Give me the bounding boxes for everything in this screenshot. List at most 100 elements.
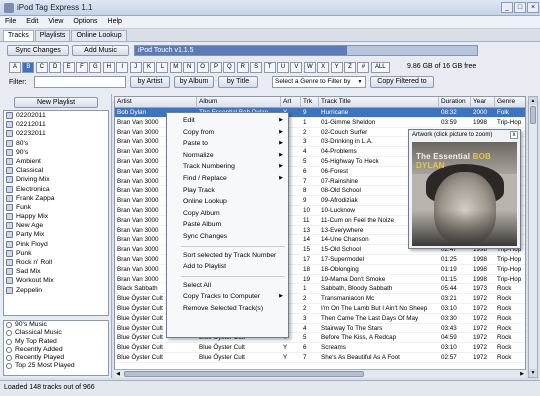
menu-help[interactable]: Help bbox=[103, 16, 127, 27]
scroll-thumb[interactable] bbox=[530, 106, 536, 124]
playlist-item[interactable]: New Age bbox=[4, 221, 108, 230]
letter-button-l[interactable]: L bbox=[156, 62, 169, 73]
letter-button-z[interactable]: Z bbox=[344, 62, 356, 73]
by-album-button[interactable]: by Album bbox=[174, 76, 214, 88]
column-header-album[interactable]: Album bbox=[197, 97, 281, 108]
letter-button-y[interactable]: Y bbox=[330, 62, 343, 73]
scroll-left-icon[interactable]: ◀ bbox=[114, 370, 122, 378]
letter-button-w[interactable]: W bbox=[303, 62, 316, 73]
h-scroll-thumb[interactable] bbox=[124, 371, 364, 377]
smart-playlist-item[interactable]: Recently Played bbox=[4, 354, 108, 362]
letter-button-x[interactable]: X bbox=[317, 62, 330, 73]
letter-button-t[interactable]: T bbox=[263, 62, 276, 73]
sync-changes-button[interactable]: Sync Changes bbox=[7, 45, 69, 56]
letter-button-v[interactable]: V bbox=[290, 62, 303, 73]
playlist-item[interactable]: Electronica bbox=[4, 185, 108, 194]
column-header-trk[interactable]: Trk bbox=[301, 97, 319, 108]
scroll-up-icon[interactable]: ▲ bbox=[529, 97, 537, 105]
menu-view[interactable]: View bbox=[43, 16, 68, 27]
playlist-item[interactable]: Workout Mix bbox=[4, 276, 108, 285]
letter-button-g[interactable]: G bbox=[89, 62, 102, 73]
copy-filtered-button[interactable]: Copy Filtered to bbox=[370, 76, 434, 88]
playlist-item[interactable]: Pink Floyd bbox=[4, 240, 108, 249]
close-button[interactable]: × bbox=[527, 2, 539, 13]
filter-input[interactable] bbox=[34, 76, 126, 88]
playlist-item[interactable]: Driving Mix bbox=[4, 175, 108, 184]
letter-button-k[interactable]: K bbox=[143, 62, 155, 73]
letter-button-all[interactable]: ALL bbox=[370, 62, 390, 73]
context-menu-item[interactable]: Copy from ▶ bbox=[167, 127, 288, 138]
context-menu-item[interactable]: Remove Selected Track(s) bbox=[167, 303, 288, 314]
letter-button-o[interactable]: O bbox=[196, 62, 209, 73]
add-music-button[interactable]: Add Music bbox=[72, 45, 129, 56]
by-artist-button[interactable]: by Artist bbox=[130, 76, 170, 88]
playlist-item[interactable]: Ambient bbox=[4, 157, 108, 166]
playlist-item[interactable]: 02202011 bbox=[4, 111, 108, 120]
letter-button-a[interactable]: A bbox=[9, 62, 21, 73]
letter-button-p[interactable]: P bbox=[210, 62, 222, 73]
by-title-button[interactable]: by Title bbox=[218, 76, 258, 88]
letter-button-d[interactable]: D bbox=[49, 62, 62, 73]
playlist-item[interactable]: Zeppelin bbox=[4, 286, 108, 295]
letter-button-j[interactable]: J bbox=[129, 62, 142, 73]
context-menu-item[interactable]: Sync Changes bbox=[167, 231, 288, 242]
letter-button-e[interactable]: E bbox=[62, 62, 75, 73]
context-menu-item[interactable]: Track Numbering ▶ bbox=[167, 161, 288, 172]
context-menu-item[interactable]: Find / Replace ▶ bbox=[167, 173, 288, 184]
context-menu-item[interactable]: Play Track bbox=[167, 185, 288, 196]
letter-button-s[interactable]: S bbox=[250, 62, 263, 73]
letter-button-f[interactable]: F bbox=[76, 62, 88, 73]
context-menu-item[interactable]: Copy Tracks to Computer ▶ bbox=[167, 291, 288, 302]
menu-options[interactable]: Options bbox=[68, 16, 102, 27]
scroll-right-icon[interactable]: ▶ bbox=[518, 370, 526, 378]
column-header-track-title[interactable]: Track Title bbox=[319, 97, 439, 108]
menu-file[interactable]: File bbox=[0, 16, 21, 27]
playlist-item[interactable]: 02232011 bbox=[4, 129, 108, 138]
playlist-item[interactable]: 90's bbox=[4, 148, 108, 157]
context-menu-item[interactable]: Sort selected by Track Number bbox=[167, 250, 288, 261]
letter-button-u[interactable]: U bbox=[277, 62, 289, 73]
letter-button-c[interactable]: C bbox=[35, 62, 48, 73]
scroll-down-icon[interactable]: ▼ bbox=[529, 369, 537, 377]
smart-playlist-item[interactable]: Top 25 Most Played bbox=[4, 362, 108, 370]
table-row[interactable]: Blue Öyster Cult Blue Öyster Cult Y 6 Scream… bbox=[115, 343, 525, 353]
context-menu-item[interactable]: Select All bbox=[167, 280, 288, 291]
context-menu-item[interactable]: Add to Playlist bbox=[167, 261, 288, 272]
menu-edit[interactable]: Edit bbox=[21, 16, 43, 27]
playlist-item[interactable]: Rock n' Roll bbox=[4, 258, 108, 267]
playlist-item[interactable]: Punk bbox=[4, 249, 108, 258]
album-cover-image[interactable]: The Essential BOB DYLAN bbox=[412, 142, 517, 246]
minimize-button[interactable]: _ bbox=[501, 2, 513, 13]
column-header-artist[interactable]: Artist bbox=[115, 97, 197, 108]
column-header-duration[interactable]: Duration bbox=[439, 97, 471, 108]
playlist-item[interactable]: Classical bbox=[4, 166, 108, 175]
playlist-item[interactable]: Sad Mix bbox=[4, 267, 108, 276]
smart-playlist-item[interactable]: My Top Rated bbox=[4, 338, 108, 346]
letter-button-h[interactable]: H bbox=[102, 62, 115, 73]
letter-button-hash[interactable]: # bbox=[357, 62, 370, 73]
column-header-art[interactable]: Art bbox=[281, 97, 301, 108]
playlist-item[interactable]: Party Mix bbox=[4, 230, 108, 239]
tab-online-lookup[interactable]: Online Lookup bbox=[71, 30, 127, 41]
context-menu-item[interactable]: Copy Album bbox=[167, 208, 288, 219]
letter-button-n[interactable]: N bbox=[183, 62, 196, 73]
context-menu-item[interactable]: Edit ▶ bbox=[167, 115, 288, 126]
smart-playlist-item[interactable]: 90's Music bbox=[4, 321, 108, 329]
letter-button-q[interactable]: Q bbox=[223, 62, 236, 73]
playlist-item[interactable]: 80's bbox=[4, 139, 108, 148]
horizontal-scrollbar[interactable]: ◀ ▶ bbox=[114, 369, 526, 378]
context-menu-item[interactable]: Paste to ▶ bbox=[167, 138, 288, 149]
letter-button-b[interactable]: B bbox=[22, 62, 35, 73]
vertical-scrollbar[interactable]: ▲ ▼ bbox=[528, 96, 538, 378]
close-icon[interactable]: x bbox=[510, 131, 518, 139]
playlist-item[interactable]: Happy Mix bbox=[4, 212, 108, 221]
table-row[interactable]: Blue Öyster Cult Blue Öyster Cult Y 7 She's … bbox=[115, 353, 525, 363]
column-header-year[interactable]: Year bbox=[471, 97, 495, 108]
letter-button-r[interactable]: R bbox=[236, 62, 249, 73]
context-menu-item[interactable]: Normalize ▶ bbox=[167, 150, 288, 161]
new-playlist-button[interactable]: New Playlist bbox=[14, 97, 98, 108]
context-menu-item[interactable]: Online Lookup bbox=[167, 196, 288, 207]
genre-filter-select[interactable]: Select a Genre to Filter by ▼ bbox=[272, 76, 366, 88]
letter-button-m[interactable]: M bbox=[169, 62, 182, 73]
tab-tracks[interactable]: Tracks bbox=[3, 30, 34, 41]
